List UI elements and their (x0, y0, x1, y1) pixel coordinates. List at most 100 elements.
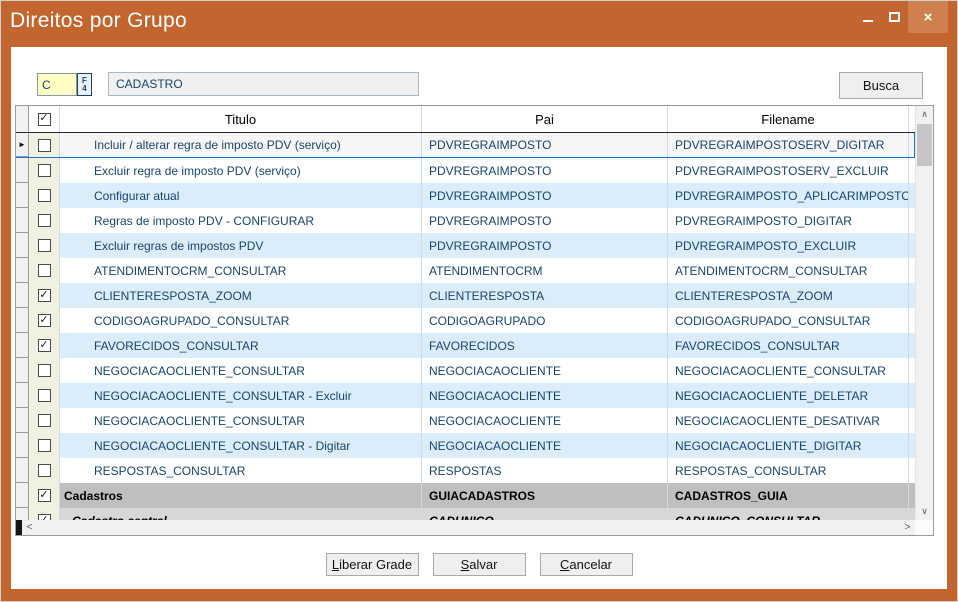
row-checkbox[interactable] (29, 158, 60, 183)
scrollbar-corner (915, 520, 933, 535)
minimize-button[interactable] (854, 1, 881, 33)
table-row[interactable]: NEGOCIACAOCLIENTE_CONSULTARNEGOCIACAOCLI… (16, 408, 915, 433)
table-row[interactable]: ►Incluir / alterar regra de imposto PDV … (16, 133, 915, 158)
group-name-input[interactable] (108, 72, 419, 96)
busca-button[interactable]: Busca (839, 72, 923, 99)
cell-filename: PDVREGRAIMPOSTO_DIGITAR (668, 208, 909, 233)
row-indicator (16, 333, 29, 358)
cell-filename: NEGOCIACAOCLIENTE_DIGITAR (668, 433, 909, 458)
table-row[interactable]: ✓CadastrosGUIACADASTROSCADASTROS_GUIA (16, 483, 915, 508)
cell-pai: PDVREGRAIMPOSTO (422, 158, 668, 183)
group-code-input[interactable] (37, 73, 77, 96)
close-button[interactable]: × (908, 1, 948, 33)
cell-pai: NEGOCIACAOCLIENTE (422, 383, 668, 408)
row-indicator (16, 433, 29, 458)
vertical-scrollbar-thumb[interactable] (917, 124, 932, 166)
row-checkbox[interactable]: ✓ (29, 333, 60, 358)
cell-titulo: Incluir / alterar regra de imposto PDV (… (60, 133, 422, 157)
cell-titulo: RESPOSTAS_CONSULTAR (60, 458, 422, 483)
grid-header: ✓ Titulo Pai Filename (16, 106, 915, 133)
table-row[interactable]: NEGOCIACAOCLIENTE_CONSULTARNEGOCIACAOCLI… (16, 358, 915, 383)
grid-body: ►Incluir / alterar regra de imposto PDV … (16, 133, 915, 520)
cell-pai: PDVREGRAIMPOSTO (422, 208, 668, 233)
check-icon: ✓ (39, 113, 48, 124)
row-indicator (16, 458, 29, 483)
table-row[interactable]: Regras de imposto PDV - CONFIGURARPDVREG… (16, 208, 915, 233)
cell-titulo: Excluir regras de impostos PDV (60, 233, 422, 258)
cell-filename: RESPOSTAS_CONSULTAR (668, 458, 909, 483)
row-checkbox[interactable] (29, 133, 60, 157)
column-header-titulo[interactable]: Titulo (60, 106, 422, 132)
row-checkbox[interactable] (29, 458, 60, 483)
column-header-pai[interactable]: Pai (422, 106, 668, 132)
row-indicator (16, 158, 29, 183)
minimize-icon (863, 20, 873, 22)
salvar-button[interactable]: Salvar (433, 553, 526, 576)
row-indicator (16, 408, 29, 433)
row-checkbox[interactable]: ✓ (29, 508, 60, 520)
table-row[interactable]: RESPOSTAS_CONSULTARRESPOSTASRESPOSTAS_CO… (16, 458, 915, 483)
cell-pai: CODIGOAGRUPADO (422, 308, 668, 333)
vertical-scrollbar[interactable]: ∧ ∨ (915, 106, 933, 520)
cancelar-button[interactable]: Cancelar (540, 553, 633, 576)
row-indicator-header (16, 106, 29, 132)
row-checkbox[interactable]: ✓ (29, 483, 60, 508)
window-controls: × (854, 1, 948, 33)
cell-pai: NEGOCIACAOCLIENTE (422, 408, 668, 433)
table-row[interactable]: ATENDIMENTOCRM_CONSULTARATENDIMENTOCRMAT… (16, 258, 915, 283)
f4-lookup-button[interactable]: F 4 (77, 73, 92, 96)
row-checkbox[interactable]: ✓ (29, 308, 60, 333)
cell-pai: RESPOSTAS (422, 458, 668, 483)
table-row[interactable]: ✓CODIGOAGRUPADO_CONSULTARCODIGOAGRUPADOC… (16, 308, 915, 333)
horizontal-scrollbar[interactable]: < > (16, 520, 915, 535)
cell-titulo: CODIGOAGRUPADO_CONSULTAR (60, 308, 422, 333)
row-checkbox[interactable] (29, 183, 60, 208)
scroll-left-icon[interactable]: < (22, 520, 37, 535)
table-row[interactable]: ✓CLIENTERESPOSTA_ZOOMCLIENTERESPOSTACLIE… (16, 283, 915, 308)
row-indicator (16, 233, 29, 258)
horizontal-scrollbar-track[interactable] (37, 520, 900, 535)
row-checkbox[interactable] (29, 383, 60, 408)
table-row[interactable]: Configurar atualPDVREGRAIMPOSTOPDVREGRAI… (16, 183, 915, 208)
column-header-filename[interactable]: Filename (668, 106, 909, 132)
row-indicator (16, 258, 29, 283)
row-checkbox[interactable] (29, 358, 60, 383)
cell-filename: PDVREGRAIMPOSTO_APLICARIMPOSTO (668, 183, 909, 208)
cell-filename: PDVREGRAIMPOSTOSERV_EXCLUIR (668, 158, 909, 183)
table-row[interactable]: ✓Cadastro centralCADUNICOCADUNICO_CONSUL… (16, 508, 915, 520)
row-checkbox[interactable] (29, 208, 60, 233)
cell-titulo: Cadastros (60, 483, 422, 508)
row-checkbox[interactable] (29, 233, 60, 258)
table-row[interactable]: NEGOCIACAOCLIENTE_CONSULTAR - DigitarNEG… (16, 433, 915, 458)
cell-titulo: CLIENTERESPOSTA_ZOOM (60, 283, 422, 308)
scroll-up-icon[interactable]: ∧ (916, 106, 933, 123)
titlebar: Direitos por Grupo × (1, 1, 957, 47)
cell-filename: PDVREGRAIMPOSTO_EXCLUIR (668, 233, 909, 258)
cell-pai: NEGOCIACAOCLIENTE (422, 358, 668, 383)
cell-pai: CADUNICO (422, 508, 668, 520)
liberar-grade-button[interactable]: Liberar Grade (326, 553, 419, 576)
cell-filename: CADASTROS_GUIA (668, 483, 909, 508)
scroll-down-icon[interactable]: ∨ (916, 503, 933, 520)
cell-pai: FAVORECIDOS (422, 333, 668, 358)
row-checkbox[interactable] (29, 258, 60, 283)
cell-titulo: ATENDIMENTOCRM_CONSULTAR (60, 258, 422, 283)
row-checkbox[interactable] (29, 433, 60, 458)
cell-filename: CLIENTERESPOSTA_ZOOM (668, 283, 909, 308)
cell-filename: PDVREGRAIMPOSTOSERV_DIGITAR (668, 133, 909, 157)
row-checkbox[interactable]: ✓ (29, 283, 60, 308)
cell-filename: NEGOCIACAOCLIENTE_DELETAR (668, 383, 909, 408)
maximize-button[interactable] (881, 1, 908, 33)
check-icon: ✓ (39, 290, 48, 301)
table-row[interactable]: NEGOCIACAOCLIENTE_CONSULTAR - ExcluirNEG… (16, 383, 915, 408)
table-row[interactable]: Excluir regras de impostos PDV PDVREGRAIM… (16, 233, 915, 258)
row-checkbox[interactable] (29, 408, 60, 433)
cell-filename: FAVORECIDOS_CONSULTAR (668, 333, 909, 358)
select-all-checkbox[interactable]: ✓ (29, 106, 60, 132)
table-row[interactable]: ✓FAVORECIDOS_CONSULTARFAVORECIDOSFAVOREC… (16, 333, 915, 358)
table-row[interactable]: Excluir regra de imposto PDV (serviço)PD… (16, 158, 915, 183)
row-indicator (16, 383, 29, 408)
rights-grid: ✓ Titulo Pai Filename ►Incluir / alterar… (15, 105, 934, 536)
scroll-right-icon[interactable]: > (900, 520, 915, 535)
row-indicator (16, 183, 29, 208)
